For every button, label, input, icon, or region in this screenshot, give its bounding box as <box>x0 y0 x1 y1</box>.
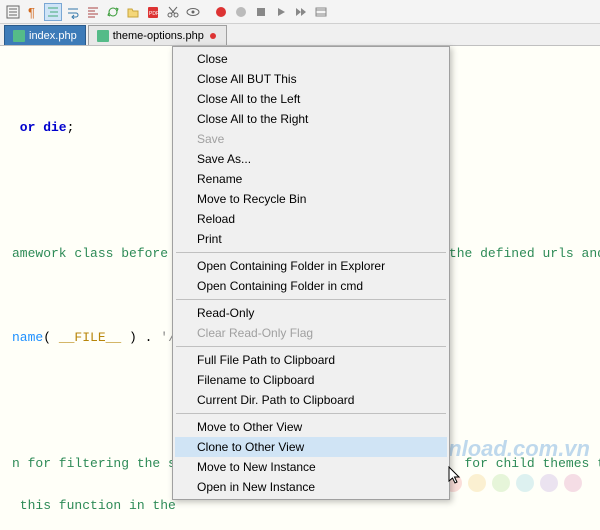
php-file-icon <box>97 30 109 42</box>
menu-item-save-as[interactable]: Save As... <box>175 149 447 169</box>
menu-item-current-dir-path-to-clipboard[interactable]: Current Dir. Path to Clipboard <box>175 390 447 410</box>
menu-item-close-all-to-the-right[interactable]: Close All to the Right <box>175 109 447 129</box>
tb-cut-icon[interactable] <box>164 3 182 21</box>
menu-item-open-containing-folder-in-cmd[interactable]: Open Containing Folder in cmd <box>175 276 447 296</box>
tb-stop-icon[interactable] <box>252 3 270 21</box>
tab-modified-icon[interactable] <box>208 31 218 41</box>
menu-item-filename-to-clipboard[interactable]: Filename to Clipboard <box>175 370 447 390</box>
menu-item-open-in-new-instance[interactable]: Open in New Instance <box>175 477 447 497</box>
menu-item-reload[interactable]: Reload <box>175 209 447 229</box>
menu-item-move-to-recycle-bin[interactable]: Move to Recycle Bin <box>175 189 447 209</box>
tb-record-red-icon[interactable] <box>212 3 230 21</box>
tb-play-icon[interactable] <box>272 3 290 21</box>
tb-indent-icon[interactable] <box>44 3 62 21</box>
menu-item-rename[interactable]: Rename <box>175 169 447 189</box>
menu-separator <box>176 252 446 253</box>
menu-separator <box>176 346 446 347</box>
menu-item-clone-to-other-view[interactable]: Clone to Other View <box>175 437 447 457</box>
tb-folder-icon[interactable] <box>124 3 142 21</box>
tb-record-grey-icon[interactable] <box>232 3 250 21</box>
tab-index[interactable]: index.php <box>4 25 86 45</box>
menu-item-full-file-path-to-clipboard[interactable]: Full File Path to Clipboard <box>175 350 447 370</box>
menu-item-read-only[interactable]: Read-Only <box>175 303 447 323</box>
menu-item-print[interactable]: Print <box>175 229 447 249</box>
php-file-icon <box>13 30 25 42</box>
tb-wrap-icon[interactable] <box>64 3 82 21</box>
tb-film-icon[interactable] <box>312 3 330 21</box>
menu-item-close-all-but-this[interactable]: Close All BUT This <box>175 69 447 89</box>
tb-align-icon[interactable] <box>84 3 102 21</box>
toolbar: ¶ PDF <box>0 0 600 24</box>
tab-label: index.php <box>29 30 77 42</box>
svg-text:¶: ¶ <box>28 5 35 19</box>
tab-theme-options[interactable]: theme-options.php <box>88 25 227 45</box>
menu-item-close-all-to-the-left[interactable]: Close All to the Left <box>175 89 447 109</box>
svg-text:PDF: PDF <box>149 11 159 17</box>
tb-sync-icon[interactable] <box>104 3 122 21</box>
tb-pilcrow-icon[interactable]: ¶ <box>24 3 42 21</box>
tb-pdf-icon[interactable]: PDF <box>144 3 162 21</box>
menu-item-clear-read-only-flag: Clear Read-Only Flag <box>175 323 447 343</box>
tb-ff-icon[interactable] <box>292 3 310 21</box>
menu-separator <box>176 413 446 414</box>
tb-list-icon[interactable] <box>4 3 22 21</box>
tab-context-menu: CloseClose All BUT ThisClose All to the … <box>172 46 450 500</box>
menu-item-open-containing-folder-in-explorer[interactable]: Open Containing Folder in Explorer <box>175 256 447 276</box>
menu-item-move-to-new-instance[interactable]: Move to New Instance <box>175 457 447 477</box>
menu-item-move-to-other-view[interactable]: Move to Other View <box>175 417 447 437</box>
tab-label: theme-options.php <box>113 30 204 42</box>
tb-eye-icon[interactable] <box>184 3 202 21</box>
menu-item-save: Save <box>175 129 447 149</box>
menu-item-close[interactable]: Close <box>175 49 447 69</box>
tab-bar: index.php theme-options.php <box>0 24 600 46</box>
menu-separator <box>176 299 446 300</box>
